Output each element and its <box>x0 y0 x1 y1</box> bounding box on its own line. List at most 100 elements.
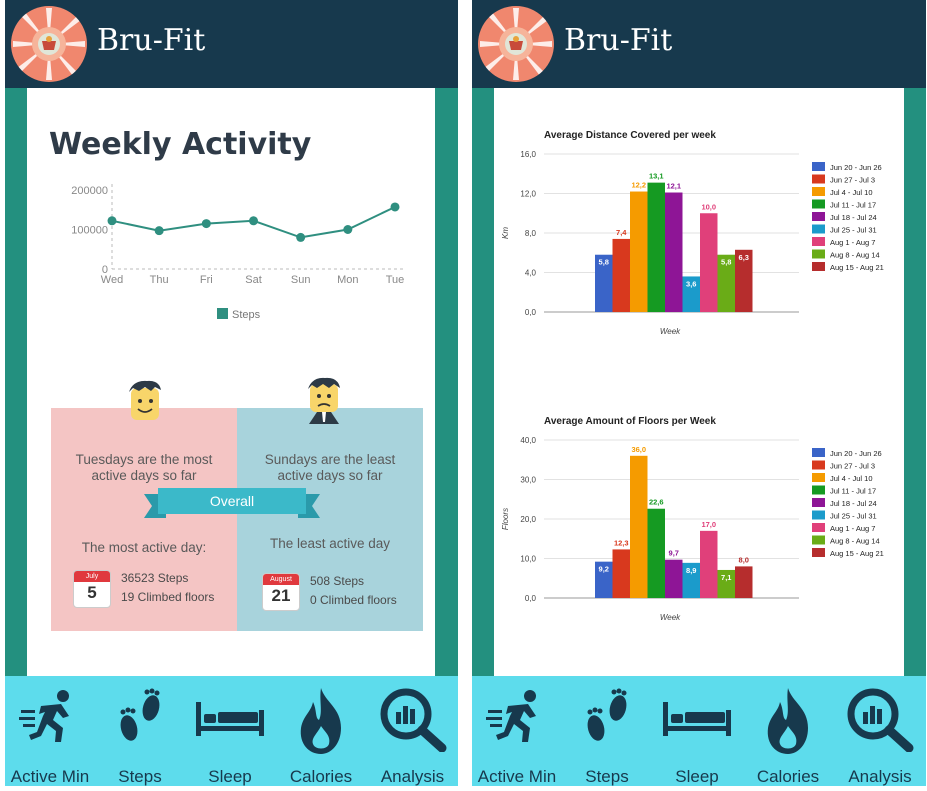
bar-value-label: 12,1 <box>666 182 681 191</box>
worried-face-icon <box>308 377 340 424</box>
nav-label: Steps <box>118 767 162 786</box>
y-axis-label: Floors <box>501 508 510 530</box>
x-tick-label: Sat <box>245 274 262 286</box>
most-active-text-2: active days so far <box>91 468 197 483</box>
magnifier-chart-icon <box>847 688 914 752</box>
data-point <box>296 232 306 242</box>
nav-steps[interactable]: Steps <box>95 676 185 786</box>
nav-label: Calories <box>756 767 820 786</box>
nav-calories[interactable]: Calories <box>275 676 367 786</box>
y-tick-label: 100000 <box>71 225 108 237</box>
legend-swatch <box>812 249 825 259</box>
x-tick-label: Tue <box>386 274 405 286</box>
screen-averages: Bru-Fit Average Distance Covered per wee… <box>472 0 926 786</box>
bar-value-label: 9,7 <box>669 549 679 558</box>
bar-value-label: 5,8 <box>721 258 731 267</box>
y-tick-label: 20,0 <box>520 515 536 524</box>
y-tick-label: 0,0 <box>525 594 537 603</box>
calendar-month: July <box>74 571 110 582</box>
least-active-steps: 508 Steps <box>310 574 365 588</box>
nav-active-min[interactable]: Active Min <box>472 676 562 786</box>
legend-swatch <box>812 523 825 532</box>
x-tick-label: Sun <box>291 274 311 286</box>
legend-swatch <box>217 308 228 319</box>
bar-value-label: 5,8 <box>599 258 609 267</box>
legend-label: Aug 8 - Aug 14 <box>830 251 880 260</box>
legend-label: Jul 25 - Jul 31 <box>830 512 877 521</box>
bar-value-label: 10,0 <box>701 202 716 211</box>
legend-swatch <box>812 498 825 507</box>
bar-value-label: 12,3 <box>614 538 629 547</box>
legend-swatch <box>812 187 825 196</box>
most-active-heading: The most active day: <box>81 540 207 555</box>
nav-label: Analysis <box>848 767 912 786</box>
bar-value-label: 8,0 <box>739 555 749 564</box>
legend-label: Jul 11 - Jul 17 <box>830 201 876 210</box>
y-tick-label: 4,0 <box>525 269 537 278</box>
legend-swatch <box>812 174 825 184</box>
app-title: Bru-Fit <box>564 23 673 58</box>
y-tick-label: 200000 <box>71 185 108 197</box>
legend-label: Jun 27 - Jul 3 <box>830 176 875 185</box>
legend-swatch <box>812 262 825 271</box>
bar <box>612 549 630 598</box>
y-tick-label: 0,0 <box>525 308 537 317</box>
nav-label: Active Min <box>10 767 90 786</box>
bar-value-label: 22,6 <box>649 498 664 507</box>
nav-calories[interactable]: Calories <box>742 676 834 786</box>
nav-label: Steps <box>585 767 629 786</box>
data-point <box>249 216 258 226</box>
legend-label: Jul 4 - Jul 10 <box>830 474 873 483</box>
running-man-icon <box>486 690 536 742</box>
legend-label: Jul 18 - Jul 24 <box>830 213 877 222</box>
least-active-heading: The least active day <box>269 536 391 551</box>
averages-card: Average Distance Covered per week 0,0 4,0 8… <box>494 88 904 680</box>
bottom-nav: Active Min Steps Sleep Calories Analysis <box>472 676 926 786</box>
app-title: Bru-Fit <box>97 23 206 58</box>
calendar-icon: August 21 <box>262 573 300 611</box>
nav-analysis[interactable]: Analysis <box>367 676 458 786</box>
legend-label: Jul 4 - Jul 10 <box>830 188 873 197</box>
nav-analysis[interactable]: Analysis <box>834 676 926 786</box>
nav-label: Analysis <box>380 767 445 786</box>
bar-value-label: 8,9 <box>686 566 696 575</box>
data-point <box>343 225 353 234</box>
app-header: Bru-Fit <box>5 0 458 88</box>
sunburst-logo-icon <box>480 8 552 80</box>
x-tick-label: Fri <box>200 274 213 286</box>
nav-steps[interactable]: Steps <box>562 676 652 786</box>
bar-value-label: 17,0 <box>701 520 716 529</box>
legend-label: Jun 20 - Jun 26 <box>830 163 882 172</box>
footprints-icon <box>587 688 627 741</box>
data-point <box>107 216 117 226</box>
most-active-steps: 36523 Steps <box>121 571 189 585</box>
bar-value-label: 6,3 <box>739 253 749 262</box>
nav-label: Active Min <box>477 767 557 786</box>
bar <box>630 191 648 312</box>
legend-label: Jun 20 - Jun 26 <box>830 449 882 458</box>
nav-sleep[interactable]: Sleep <box>652 676 742 786</box>
legend-label: Aug 1 - Aug 7 <box>830 524 875 533</box>
bar <box>647 182 665 312</box>
bar <box>735 566 753 598</box>
steps-line-chart: 0100000200000Wed Thu Fri Sat Sun Mon TueSteps <box>71 184 405 321</box>
legend-swatch <box>812 548 825 557</box>
x-axis-label: Week <box>660 327 681 336</box>
bar <box>700 530 718 598</box>
chart-title: Average Amount of Floors per Week <box>544 416 716 427</box>
legend-swatch <box>812 224 825 234</box>
legend-swatch <box>812 237 825 246</box>
bar-value-label: 9,2 <box>599 565 609 574</box>
legend-label: Aug 15 - Aug 21 <box>830 263 884 272</box>
bar-value-label: 12,2 <box>631 181 646 190</box>
y-tick-label: 8,0 <box>525 229 537 238</box>
nav-sleep[interactable]: Sleep <box>185 676 275 786</box>
x-tick-label: Mon <box>337 274 358 286</box>
app-logo <box>478 6 554 82</box>
data-point <box>201 219 211 229</box>
bar <box>665 559 683 598</box>
page-title: Weekly Activity <box>49 127 312 162</box>
nav-active-min[interactable]: Active Min <box>5 676 95 786</box>
running-man-icon <box>19 690 69 742</box>
chart-title: Average Distance Covered per week <box>544 130 716 141</box>
